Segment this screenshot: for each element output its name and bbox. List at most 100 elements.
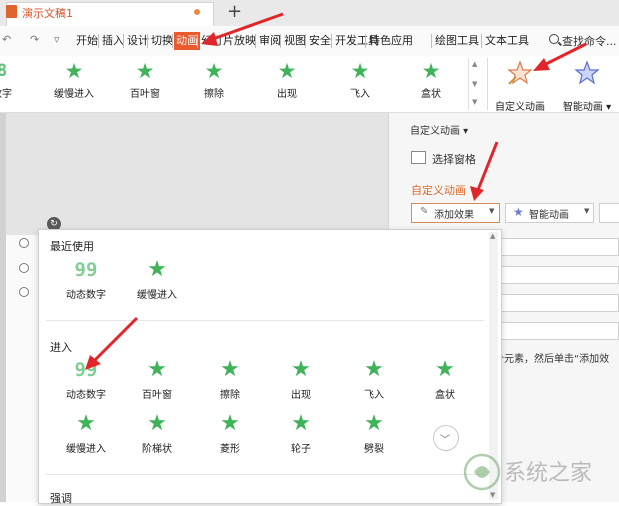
resize-handle[interactable]: [19, 238, 29, 248]
add-effect-label: 添加效果: [434, 210, 474, 221]
effect-option[interactable]: ★ 阶梯状: [125, 411, 189, 456]
menu-separator: [147, 34, 148, 48]
entrance-heading: 进入: [50, 341, 72, 354]
gallery-scroll-down-icon[interactable]: ▼: [472, 80, 477, 88]
menu-tab[interactable]: 绘图工具: [433, 32, 481, 50]
menu-separator: [123, 34, 124, 48]
gallery-effect-label: 擦除: [204, 89, 224, 100]
effect-option[interactable]: ★ 百叶窗: [125, 357, 189, 402]
gallery-effect-item[interactable]: ★ 盒状: [401, 60, 461, 100]
gallery-effect-label: 数字: [0, 89, 12, 100]
effect-option-label: 缓慢进入: [66, 444, 106, 455]
pencil-icon: ✎: [420, 206, 429, 217]
dynamic-digit-icon: 99: [74, 259, 98, 281]
effect-setting-field[interactable]: [496, 266, 619, 284]
effect-option[interactable]: 99 动态数字: [54, 258, 118, 301]
gallery-effect-label: 盒状: [421, 89, 441, 100]
menu-separator: [331, 34, 332, 48]
gallery-effect-label: 缓慢进入: [54, 89, 94, 100]
menu-tab[interactable]: 安全: [307, 32, 333, 50]
effect-option-label: 动态数字: [66, 290, 106, 301]
gallery-effect-item[interactable]: ★ 百叶窗: [115, 60, 175, 100]
menu-separator: [365, 34, 366, 48]
digit-icon: 8: [0, 61, 8, 81]
gallery-expand-icon[interactable]: ▼: [472, 98, 477, 106]
effect-option[interactable]: 99 动态数字: [54, 358, 118, 401]
slide-canvas[interactable]: [6, 235, 38, 502]
effect-option[interactable]: ★ 菱形: [198, 412, 262, 456]
effect-option[interactable]: ★ 缓慢进入: [125, 258, 189, 302]
star-wipe-icon: ★: [220, 357, 240, 382]
more-effects-button[interactable]: ﹀: [433, 425, 459, 451]
pane-extra-button[interactable]: [599, 203, 619, 223]
recent-heading: 最近使用: [50, 240, 94, 253]
gallery-scrollbar[interactable]: ▲ ▼ ▼: [468, 58, 483, 110]
document-title: 演示文稿1: [22, 7, 73, 20]
custom-animation-button[interactable]: 自定义动画: [488, 60, 552, 113]
star-wheel-icon: ★: [291, 411, 311, 436]
pane-hint-text: 个元素，然后单击“添加效: [494, 354, 610, 365]
menu-tab[interactable]: 文本工具: [483, 32, 531, 50]
resize-handle[interactable]: [19, 263, 29, 273]
gallery-effect-label: 百叶窗: [130, 89, 160, 100]
star-blinds-icon: ★: [147, 357, 167, 382]
selection-pane-icon: [411, 151, 426, 164]
new-tab-button[interactable]: +: [227, 1, 242, 23]
section-divider: [46, 320, 484, 321]
gallery-effect-item[interactable]: ★ 出现: [257, 60, 317, 100]
effect-setting-field[interactable]: [496, 294, 619, 312]
chevron-down-icon: ﹀: [440, 435, 450, 446]
menu-tab[interactable]: 特色应用: [367, 32, 415, 50]
menu-tab[interactable]: 幻灯片放映: [199, 32, 258, 50]
emphasis-heading: 强调: [50, 492, 72, 505]
section-title: 自定义动画: [411, 184, 466, 197]
gallery-effect-item[interactable]: ★ 擦除: [184, 60, 244, 100]
presentation-file-icon: [6, 5, 17, 18]
gallery-effect-item[interactable]: ★ 缓慢进入: [44, 60, 104, 100]
effect-option[interactable]: ★ 出现: [269, 358, 333, 402]
undo-icon[interactable]: ↶: [2, 33, 11, 46]
menu-tab[interactable]: 开始: [74, 32, 100, 50]
effect-option-label: 动态数字: [66, 390, 106, 401]
effect-option[interactable]: ★ 轮子: [269, 411, 333, 456]
smart-animation-button[interactable]: 智能动画 ▾: [555, 60, 619, 113]
star-fly-icon: ★: [364, 357, 384, 382]
effect-option-label: 劈裂: [364, 444, 384, 455]
menu-separator: [98, 34, 99, 48]
gallery-effect-label: 飞入: [350, 89, 370, 100]
gallery-scroll-up-icon[interactable]: ▲: [472, 60, 477, 68]
smart-animation-pane-label: 智能动画: [529, 210, 569, 221]
star-split-icon: ★: [364, 411, 384, 436]
effect-option-label: 盒状: [435, 390, 455, 401]
star-box-icon: ★: [421, 59, 441, 83]
star-blinds-icon: ★: [135, 59, 155, 83]
smart-animation-icon: [555, 60, 619, 93]
chevron-down-icon: ▼: [489, 207, 495, 215]
star-appear-icon: ★: [277, 59, 297, 83]
quick-access-more-icon[interactable]: ▿: [54, 33, 60, 46]
menu-separator: [172, 34, 173, 48]
star-wipe-icon: ★: [204, 59, 224, 83]
effect-option[interactable]: ★ 擦除: [198, 357, 262, 402]
star-fly-icon: ★: [350, 59, 370, 83]
dynamic-digit-icon: 99: [74, 359, 98, 381]
effect-option[interactable]: ★ 缓慢进入: [54, 412, 118, 456]
scroll-up-icon[interactable]: ▲: [490, 232, 495, 240]
search-icon[interactable]: [549, 34, 559, 44]
effect-option[interactable]: ★ 飞入: [342, 357, 406, 402]
menu-separator: [280, 34, 281, 48]
effect-setting-field[interactable]: [496, 322, 619, 340]
pane-title-dropdown[interactable]: 自定义动画 ▾: [410, 122, 468, 137]
effect-option[interactable]: ★ 盒状: [413, 358, 477, 402]
effect-setting-field[interactable]: [496, 238, 619, 256]
effect-option-label: 缓慢进入: [137, 290, 177, 301]
command-search[interactable]: 查找命令...: [562, 33, 617, 49]
redo-icon[interactable]: ↷: [30, 33, 39, 46]
effect-option-label: 百叶窗: [142, 390, 172, 401]
resize-handle[interactable]: [19, 287, 29, 297]
star-steps-icon: ★: [147, 411, 167, 436]
selection-pane-link[interactable]: 选择窗格: [432, 151, 476, 167]
gallery-effect-item[interactable]: ★ 飞入: [330, 60, 390, 100]
gallery-effect-item[interactable]: 8 数字: [0, 60, 32, 100]
effect-option[interactable]: ★ 劈裂: [342, 411, 406, 456]
